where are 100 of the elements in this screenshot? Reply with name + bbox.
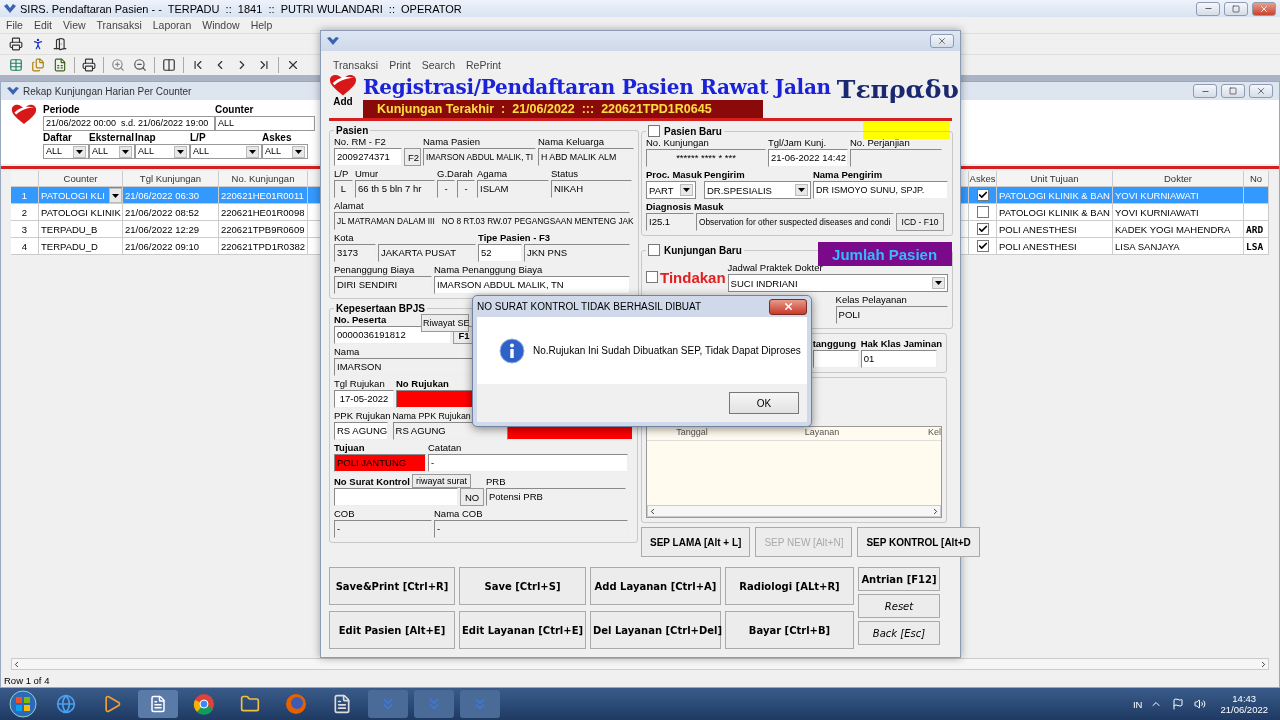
menu-item[interactable]: Help xyxy=(250,19,273,31)
action-button[interactable]: Save&Print [Ctrl+R] xyxy=(329,567,455,605)
checkbox[interactable] xyxy=(976,189,989,201)
zoom-out-icon[interactable] xyxy=(132,57,148,73)
close-button[interactable] xyxy=(930,34,954,48)
dropdown[interactable]: ALL xyxy=(262,144,308,159)
text-field[interactable]: ISLAM xyxy=(477,180,549,198)
menu-item[interactable]: Edit xyxy=(33,19,52,31)
close-button[interactable] xyxy=(769,298,807,315)
taskbar-button[interactable] xyxy=(138,690,178,718)
close-button[interactable] xyxy=(1252,1,1276,16)
date-range-field[interactable]: 21/06/2022 00:00 s.d. 21/06/2022 19:00 xyxy=(43,116,215,131)
dropdown[interactable]: ALL xyxy=(89,144,135,159)
action-button[interactable]: Save [Ctrl+S] xyxy=(459,567,586,605)
f2-button[interactable]: F2 xyxy=(404,148,421,166)
text-field[interactable] xyxy=(812,350,859,368)
dropdown-arrow-icon[interactable] xyxy=(249,149,256,154)
menu-item[interactable]: RePrint xyxy=(466,59,501,71)
dropdown-arrow-icon[interactable] xyxy=(683,188,690,192)
minimize-button[interactable] xyxy=(1193,84,1217,98)
dropdown-arrow-icon[interactable] xyxy=(295,149,302,154)
dropdown-arrow-icon[interactable] xyxy=(797,188,805,192)
exit-icon[interactable] xyxy=(52,36,68,52)
menu-item[interactable]: Transaksi xyxy=(333,59,379,71)
volume-icon[interactable] xyxy=(1192,696,1209,712)
dropdown[interactable]: PART xyxy=(646,181,696,199)
history-button[interactable]: Riwayat SE xyxy=(421,314,469,332)
zoom-in-icon[interactable] xyxy=(110,57,126,73)
printer-icon[interactable] xyxy=(8,36,24,52)
text-field[interactable]: - xyxy=(437,180,455,198)
horizontal-scrollbar[interactable] xyxy=(11,658,1269,670)
checkbox[interactable] xyxy=(648,125,660,137)
text-field[interactable]: 66 th 5 bln 7 hr xyxy=(355,180,435,198)
text-field[interactable]: IMARSON ABDUL MALIK, TI xyxy=(423,148,536,166)
action-button[interactable]: Antrian [F12] xyxy=(858,567,940,591)
checkbox[interactable] xyxy=(976,223,989,235)
files-icon[interactable] xyxy=(30,57,46,73)
language-indicator[interactable]: IN xyxy=(1132,698,1143,710)
text-field[interactable]: NIKAH xyxy=(551,180,632,198)
table-icon[interactable] xyxy=(8,57,24,73)
text-field[interactable]: I25.1 xyxy=(646,213,694,231)
text-field[interactable]: POLI JANTUNG xyxy=(334,454,426,472)
sep-button[interactable]: SEP KONTROL [Alt+D xyxy=(857,527,980,557)
text-field[interactable]: Potensi PRB xyxy=(486,488,626,506)
menu-item[interactable]: Laporan xyxy=(152,19,192,31)
start-button[interactable] xyxy=(6,689,40,719)
text-field[interactable]: RS AGUNG xyxy=(334,422,388,440)
menu-item[interactable]: Transaksi xyxy=(96,19,142,31)
text-field[interactable]: DR ISMOYO SUNU, SPJP. xyxy=(812,181,948,199)
text-field[interactable]: - xyxy=(434,520,628,538)
text-field[interactable]: L xyxy=(334,180,353,198)
ok-button[interactable]: OK xyxy=(729,392,799,414)
text-field[interactable]: 17-05-2022 xyxy=(334,390,394,408)
minimize-button[interactable] xyxy=(1196,1,1220,16)
horizontal-scrollbar[interactable] xyxy=(647,505,941,517)
text-field[interactable]: - xyxy=(334,520,432,538)
menu-item[interactable]: File xyxy=(6,19,23,31)
text-field[interactable]: H ABD MALIK ALM xyxy=(538,148,634,166)
dropdown[interactable]: SUCI INDRIANI xyxy=(727,274,948,292)
text-field[interactable]: 2009274371 xyxy=(334,148,402,166)
text-field[interactable]: Observation for other suspected diseases and condi xyxy=(696,213,894,231)
dropdown-arrow-icon[interactable] xyxy=(934,281,942,285)
menu-item[interactable]: View xyxy=(63,19,86,31)
dropdown-arrow-icon[interactable] xyxy=(76,149,83,154)
checkbox[interactable] xyxy=(976,240,989,252)
action-button[interactable]: Del Layanan [Ctrl+Del] xyxy=(590,611,721,649)
menu-item[interactable]: Print xyxy=(389,59,411,71)
action-button[interactable]: Reset xyxy=(858,594,940,618)
maximize-button[interactable] xyxy=(1221,84,1245,98)
action-button[interactable]: Add Layanan [Ctrl+A] xyxy=(590,567,721,605)
close-button[interactable] xyxy=(1249,84,1273,98)
dropdown[interactable]: DR.SPESIALIS xyxy=(703,181,811,199)
text-field[interactable]: 21-06-2022 14:42 xyxy=(768,149,848,167)
text-field[interactable]: - xyxy=(428,454,628,472)
dropdown[interactable]: ALL xyxy=(190,144,262,159)
dropdown-arrow-icon[interactable] xyxy=(112,193,119,198)
text-field[interactable]: - xyxy=(457,180,475,198)
text-field[interactable]: JKN PNS xyxy=(524,244,630,262)
columns-icon[interactable] xyxy=(161,57,177,73)
text-field[interactable]: IMARSON ABDUL MALIK, TN xyxy=(434,276,630,294)
action-button[interactable]: Radiologi [ALt+R] xyxy=(725,567,854,605)
menu-item[interactable]: Window xyxy=(202,19,240,31)
dropdown[interactable]: ALL xyxy=(43,144,89,159)
dropdown-arrow-icon[interactable] xyxy=(122,149,129,154)
text-field[interactable]: DIRI SENDIRI xyxy=(334,276,432,294)
text-field[interactable]: ****** **** * *** xyxy=(646,149,766,167)
counter-field[interactable]: ALL xyxy=(215,116,315,131)
sep-button[interactable]: SEP LAMA [Alt + L] xyxy=(641,527,751,557)
text-field[interactable]: POLI xyxy=(835,306,948,324)
action-button[interactable]: Edit Layanan [Ctrl+E] xyxy=(459,611,586,649)
icd-button[interactable]: ICD - F10 xyxy=(896,213,944,231)
maximize-button[interactable] xyxy=(1224,1,1248,16)
text-field[interactable]: 01 xyxy=(860,350,937,368)
printer-icon[interactable] xyxy=(81,57,97,73)
dropdown-arrow-icon[interactable] xyxy=(177,149,184,154)
action-button[interactable]: Bayar [Ctrl+B] xyxy=(725,611,854,649)
checkbox[interactable] xyxy=(648,244,660,256)
text-field[interactable]: JAKARTA PUSAT xyxy=(378,244,476,262)
checkbox[interactable] xyxy=(646,271,658,283)
checkbox[interactable] xyxy=(976,206,989,218)
